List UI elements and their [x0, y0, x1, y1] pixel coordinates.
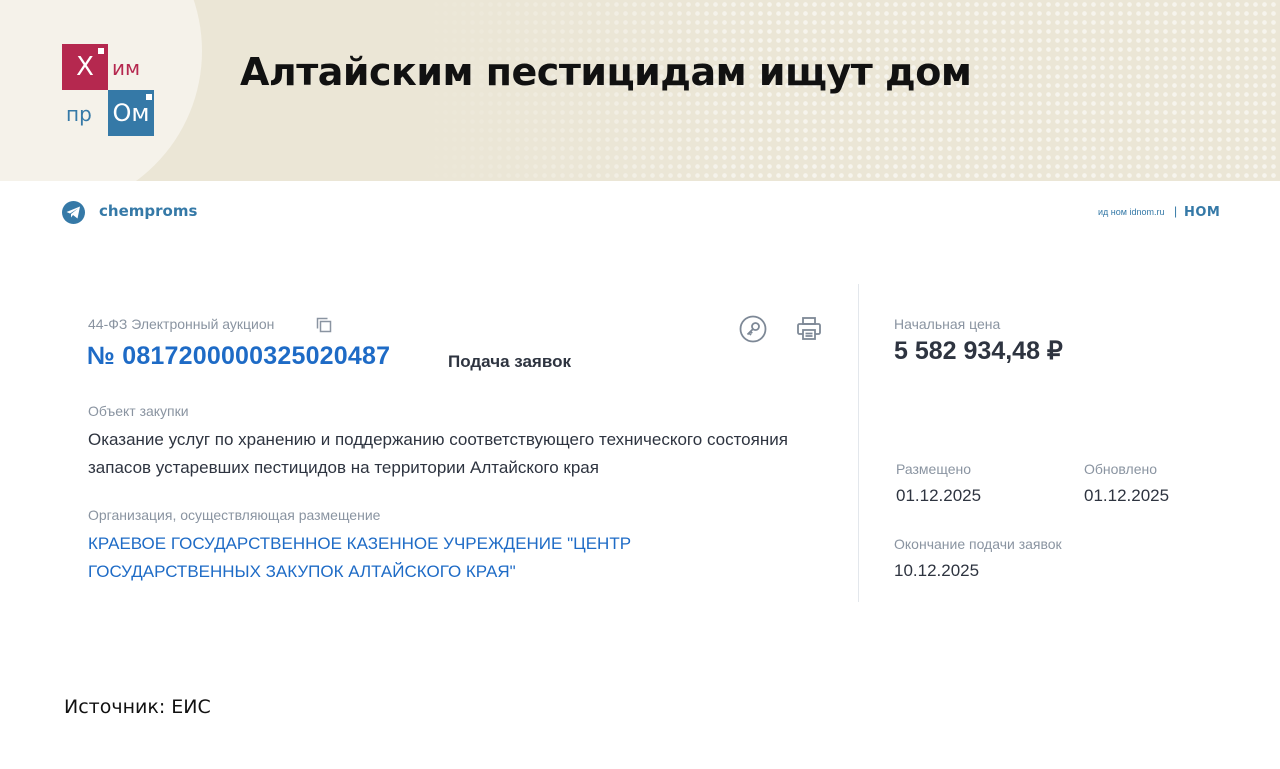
placed-date: 01.12.2025	[896, 486, 982, 505]
price-label: Начальная цена	[894, 316, 1001, 332]
status-badge: Подача заявок	[448, 352, 571, 371]
brand-separator: |	[1174, 204, 1178, 218]
tender-number-link[interactable]: № 0817200000325020487	[87, 342, 390, 371]
key-button[interactable]	[739, 315, 767, 343]
telegram-handle: chemproms	[99, 202, 198, 220]
procurement-law-type: 44-ФЗ Электронный аукцион	[88, 316, 275, 332]
khimprom-logo: Х им пр Ом	[62, 44, 154, 136]
printer-icon	[797, 317, 821, 340]
initial-price: 5 582 934,48 ₽	[894, 337, 1063, 365]
updated-date: 01.12.2025	[1084, 486, 1170, 505]
logo-dot	[98, 48, 104, 54]
organization-link[interactable]: КРАЕВОЕ ГОСУДАРСТВЕННОЕ КАЗЕННОЕ УЧРЕЖДЕ…	[88, 530, 788, 586]
deadline-label: Окончание подачи заявок	[894, 536, 1062, 552]
copy-icon[interactable]	[316, 317, 332, 333]
page-title: Алтайским пестицидам ищут дом	[240, 50, 972, 94]
telegram-icon	[62, 201, 85, 224]
nom-logo: НОМ	[1184, 205, 1221, 220]
key-icon	[739, 315, 767, 343]
logo-letters-im: им	[112, 56, 141, 80]
object-description: Оказание услуг по хранению и поддержанию…	[88, 430, 788, 477]
source-caption: Источник: ЕИС	[64, 696, 211, 718]
header-banner: Х им пр Ом Алтайским пестицидам ищут дом	[0, 0, 1280, 181]
placed-label: Размещено	[896, 461, 971, 477]
object-label: Объект закупки	[88, 403, 189, 419]
logo-dot	[146, 94, 152, 100]
print-button[interactable]	[795, 315, 823, 343]
deadline-date: 10.12.2025	[894, 561, 980, 580]
logo-letters-pr: пр	[66, 102, 92, 126]
vertical-divider	[858, 284, 859, 602]
updated-label: Обновлено	[1084, 461, 1158, 477]
organization-label: Организация, осуществляющая размещение	[88, 507, 381, 523]
idnom-logo-text: ид ном idnom.ru	[1098, 207, 1165, 217]
